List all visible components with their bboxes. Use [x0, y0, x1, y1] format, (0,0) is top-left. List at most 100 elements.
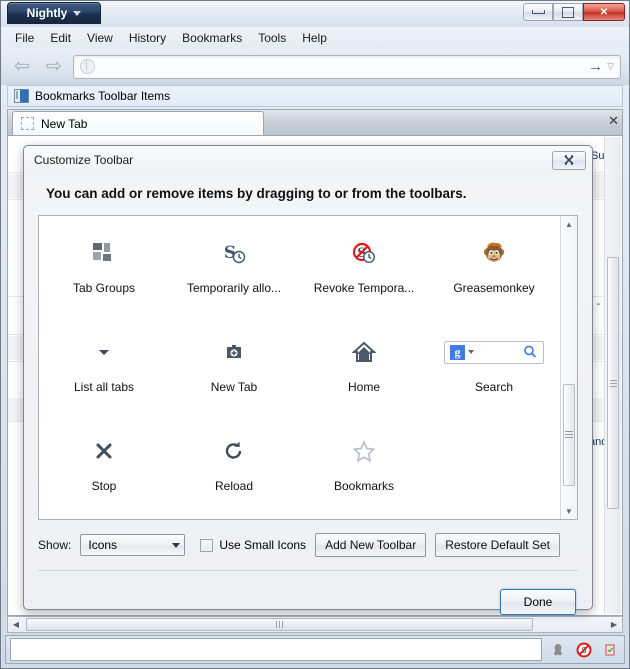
noscript-blocked-icon[interactable]: S [574, 640, 594, 660]
toolbar-items-panel[interactable]: Tab Groups S Temporarily allo... S Revok… [38, 215, 578, 520]
dialog-controls-row: Show: Icons Use Small Icons Add New Tool… [38, 530, 578, 560]
palette-scroll-up-button[interactable]: ▲ [561, 216, 577, 232]
hscroll-left-arrow-icon[interactable]: ◀ [8, 620, 24, 629]
adblock-icon[interactable] [600, 640, 620, 660]
palette-item-label: Bookmarks [333, 479, 395, 493]
palette-item-new-tab[interactable]: New Tab [169, 319, 299, 418]
hscroll-thumb[interactable] [26, 618, 533, 631]
noscript-temporarily-allow-icon: S [222, 236, 246, 270]
palette-item-greasemonkey[interactable]: Greasemonkey [429, 220, 559, 319]
customize-toolbar-dialog: Customize Toolbar You can add or remove … [23, 145, 593, 615]
tab-list-close-button[interactable]: ✕ [608, 113, 619, 129]
maximize-button[interactable] [553, 3, 583, 21]
palette-item-label: Greasemonkey [453, 281, 535, 295]
minimize-button[interactable] [523, 3, 553, 21]
back-button[interactable]: ⇦ [9, 54, 35, 80]
search-field[interactable]: g [444, 340, 544, 364]
hscroll-right-arrow-icon[interactable]: ▶ [606, 620, 622, 629]
tab-groups-icon [93, 236, 115, 270]
palette-item-label: Temporarily allo... [186, 281, 282, 295]
minimize-icon [531, 10, 545, 14]
menu-view[interactable]: View [79, 29, 121, 47]
dialog-divider [38, 570, 578, 571]
engine-dropdown-icon[interactable] [468, 350, 474, 354]
dialog-heading: You can add or remove items by dragging … [46, 186, 467, 201]
palette-vertical-scrollbar[interactable]: ▲ ▼ [560, 216, 577, 519]
page-scrollbar-thumb[interactable] [607, 257, 619, 509]
palette-item-tab-groups[interactable]: Tab Groups [39, 220, 169, 319]
close-icon: ✕ [599, 6, 609, 18]
tab-strip: New Tab [7, 109, 623, 135]
palette-empty-cell [429, 418, 559, 517]
dialog-body: You can add or remove items by dragging … [24, 174, 592, 615]
show-select[interactable]: Icons [80, 534, 186, 556]
show-label: Show: [38, 538, 72, 552]
scrollbar-grip-icon [276, 621, 283, 628]
search-field-icon: g [444, 335, 544, 369]
use-small-icons-checkbox[interactable] [200, 538, 214, 552]
palette-item-reload[interactable]: Reload [169, 418, 299, 517]
menu-history[interactable]: History [121, 29, 174, 47]
page-text-fragment: Su [591, 150, 605, 162]
bookmark-star-icon [352, 434, 376, 468]
browser-window: Nightly ✕ File Edit View History Bookmar… [0, 0, 630, 669]
palette-item-label: Search [474, 380, 514, 394]
menu-bookmarks[interactable]: Bookmarks [174, 29, 250, 47]
ghostery-icon[interactable] [548, 640, 568, 660]
new-tab-icon [223, 335, 245, 369]
palette-item-temporarily-allow[interactable]: S Temporarily allo... [169, 220, 299, 319]
tab-favicon-placeholder-icon [21, 117, 34, 130]
show-select-value: Icons [88, 538, 118, 552]
status-text-field[interactable] [10, 638, 542, 661]
forward-button[interactable]: ⇨ [41, 54, 67, 80]
home-icon [352, 335, 376, 369]
palette-item-list-all-tabs[interactable]: List all tabs [39, 319, 169, 418]
page-horizontal-scrollbar[interactable]: ◀ ▶ [7, 616, 623, 633]
list-all-tabs-icon [95, 335, 113, 369]
scrollbar-grip-icon [565, 431, 573, 439]
use-small-icons-checkbox-wrap[interactable]: Use Small Icons [200, 538, 306, 552]
menu-edit[interactable]: Edit [42, 29, 79, 47]
palette-item-label: Tab Groups [72, 281, 136, 295]
palette-scroll-down-button[interactable]: ▼ [561, 503, 577, 519]
dialog-close-button[interactable] [552, 150, 586, 170]
greasemonkey-monkey-icon [481, 236, 507, 270]
menu-help[interactable]: Help [294, 29, 335, 47]
tab-new-tab[interactable]: New Tab [12, 111, 264, 135]
navigation-toolbar: ⇦ ⇨ → ▽ [1, 48, 629, 85]
chevron-down-icon [73, 10, 82, 16]
palette-scrollbar-thumb[interactable] [563, 384, 575, 486]
done-button[interactable]: Done [500, 589, 576, 615]
scrollbar-grip-icon [609, 379, 617, 387]
search-magnifier-icon[interactable] [520, 341, 542, 363]
add-new-toolbar-button[interactable]: Add New Toolbar [315, 533, 427, 557]
bookmarks-toolbar[interactable]: Bookmarks Toolbar Items [7, 85, 623, 107]
dialog-title: Customize Toolbar [34, 153, 134, 167]
noscript-revoke-temporary-icon: S [352, 236, 376, 270]
menu-tools[interactable]: Tools [250, 29, 294, 47]
palette-item-revoke-temporary[interactable]: S Revoke Tempora... [299, 220, 429, 319]
hscroll-track[interactable] [24, 618, 606, 631]
maximize-icon [562, 6, 574, 18]
svg-text:S: S [581, 646, 586, 655]
palette-item-label: Home [347, 380, 380, 394]
reload-icon [223, 434, 245, 468]
go-arrow-icon[interactable]: → [584, 58, 607, 75]
globe-icon [80, 59, 95, 74]
google-engine-icon: g [450, 344, 465, 360]
url-dropdown-icon[interactable]: ▽ [607, 61, 614, 72]
page-vertical-scrollbar[interactable] [604, 137, 621, 614]
palette-item-home[interactable]: Home [299, 319, 429, 418]
restore-default-set-button[interactable]: Restore Default Set [435, 533, 560, 557]
palette-item-bookmarks[interactable]: Bookmarks [299, 418, 429, 517]
menu-file[interactable]: File [7, 29, 42, 47]
palette-item-label: Revoke Tempora... [313, 281, 415, 295]
url-bar[interactable]: → ▽ [73, 54, 621, 79]
bookmarks-toolbar-items-icon [14, 89, 29, 103]
app-menu-label: Nightly [26, 6, 68, 20]
palette-item-search[interactable]: g Search [429, 319, 559, 418]
close-window-button[interactable]: ✕ [583, 3, 625, 21]
window-titlebar: Nightly ✕ [1, 1, 629, 27]
palette-item-stop[interactable]: Stop [39, 418, 169, 517]
nightly-app-menu-button[interactable]: Nightly [7, 2, 101, 24]
